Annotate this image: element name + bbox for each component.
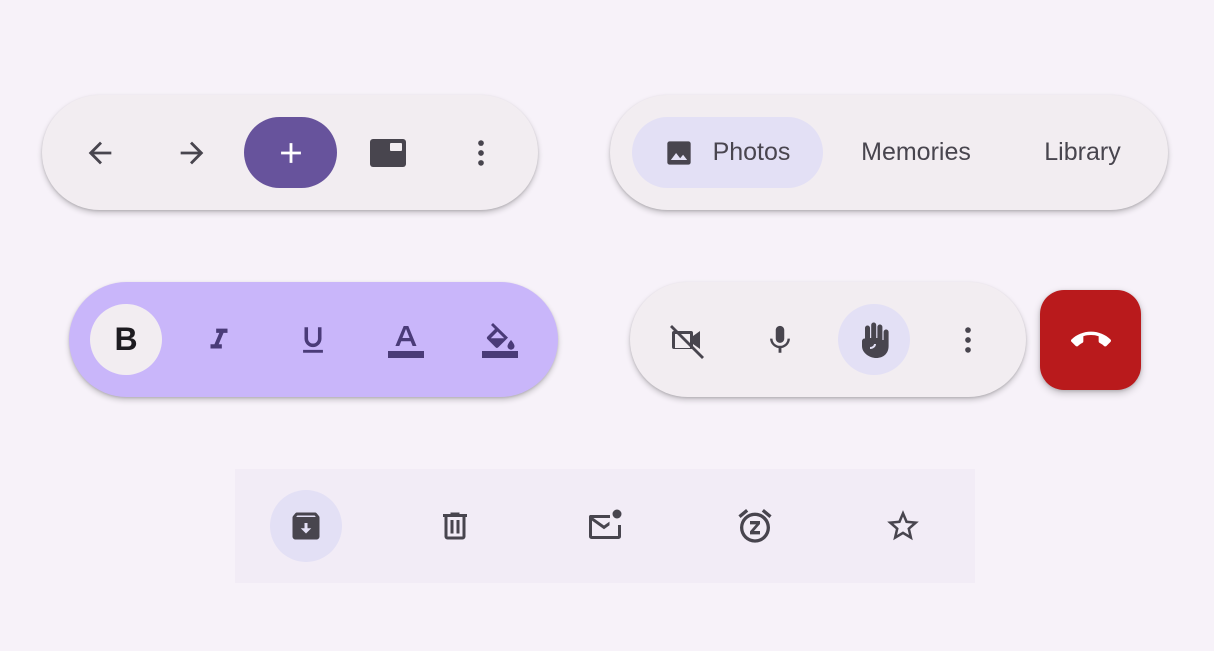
add-button[interactable] bbox=[244, 117, 337, 188]
text-color-button[interactable] bbox=[378, 304, 434, 375]
mark-unread-icon bbox=[588, 509, 622, 539]
mark-unread-button[interactable] bbox=[575, 490, 635, 562]
end-call-button[interactable] bbox=[1040, 290, 1141, 390]
star-icon bbox=[887, 510, 919, 541]
add-icon bbox=[280, 142, 301, 163]
navigation-toolbar bbox=[42, 95, 538, 210]
videocam-off-icon bbox=[670, 324, 704, 359]
mail-actions-toolbar bbox=[235, 469, 975, 583]
call-controls-toolbar bbox=[630, 282, 1026, 397]
tab-photos[interactable]: Photos bbox=[632, 117, 823, 188]
picture-in-picture-button[interactable] bbox=[360, 117, 416, 188]
tab-library[interactable]: Library bbox=[1020, 117, 1145, 188]
forward-button[interactable] bbox=[164, 117, 220, 188]
more-vert-icon bbox=[478, 139, 484, 166]
image-icon bbox=[665, 139, 693, 167]
format-italic-icon bbox=[210, 328, 228, 348]
picture-in-picture-icon bbox=[370, 138, 406, 167]
tabs-toolbar: Photos Memories Library bbox=[610, 95, 1168, 210]
toolbars-showcase: Photos Memories Library B bbox=[0, 0, 1214, 651]
camera-toggle-button[interactable] bbox=[658, 304, 718, 375]
tab-label: Memories bbox=[861, 138, 971, 166]
mic-icon bbox=[770, 325, 790, 353]
underline-button[interactable] bbox=[285, 304, 341, 375]
format-bold-icon: B bbox=[114, 321, 138, 357]
italic-button[interactable] bbox=[191, 304, 247, 375]
archive-button[interactable] bbox=[270, 490, 342, 562]
raise-hand-button[interactable] bbox=[838, 304, 910, 375]
more-vert-icon bbox=[965, 326, 971, 353]
format-color-fill-icon bbox=[482, 322, 518, 358]
arrow-forward-icon bbox=[180, 141, 204, 164]
more-options-button[interactable] bbox=[940, 304, 996, 375]
delete-button[interactable] bbox=[427, 490, 483, 562]
tab-label: Library bbox=[1044, 138, 1121, 166]
archive-icon bbox=[292, 512, 320, 540]
more-options-button[interactable] bbox=[453, 117, 509, 188]
snooze-icon bbox=[738, 509, 772, 543]
arrow-back-icon bbox=[88, 141, 112, 164]
tab-label: Photos bbox=[712, 138, 791, 166]
snooze-button[interactable] bbox=[725, 490, 785, 562]
star-button[interactable] bbox=[875, 490, 931, 562]
tab-memories[interactable]: Memories bbox=[841, 117, 991, 188]
delete-icon bbox=[443, 512, 467, 540]
call-end-icon bbox=[1070, 331, 1111, 347]
format-color-text-icon bbox=[388, 325, 424, 358]
fill-color-button[interactable] bbox=[472, 304, 528, 375]
back-button[interactable] bbox=[72, 117, 128, 188]
format-underline-icon bbox=[303, 326, 323, 353]
raise-hand-icon bbox=[862, 322, 889, 358]
microphone-button[interactable] bbox=[752, 304, 808, 375]
bold-button[interactable]: B bbox=[90, 304, 162, 375]
formatting-toolbar: B bbox=[69, 282, 558, 397]
